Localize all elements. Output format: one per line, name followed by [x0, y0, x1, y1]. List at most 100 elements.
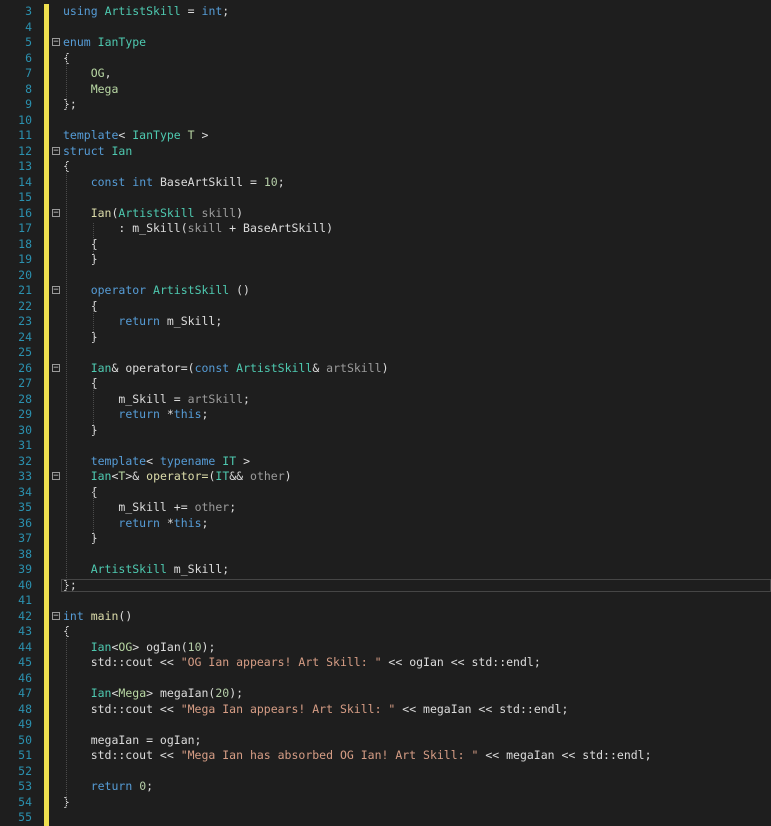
code-line[interactable]: 39 ArtistSkill m_Skill;	[0, 562, 771, 578]
collapse-icon[interactable]	[52, 363, 60, 372]
line-number: 33	[18, 469, 32, 483]
code-line[interactable]: 42 int main()	[0, 608, 771, 624]
code-line[interactable]: 16 Ian(ArtistSkill skill)	[0, 205, 771, 221]
code-line[interactable]: 55	[0, 810, 771, 826]
code-token: > megaIan(	[146, 686, 216, 700]
code-editor[interactable]: 3using ArtistSkill = int;45enum IanType6…	[0, 0, 771, 826]
code-token: > ogIan(	[132, 639, 188, 654]
change-marker	[44, 159, 49, 175]
line-number: 46	[18, 670, 32, 685]
code-token: BaseArtSkill =	[153, 174, 264, 189]
collapse-icon[interactable]	[52, 611, 60, 620]
code-token: int	[63, 608, 84, 623]
code-line[interactable]: 11 template< IanType T >	[0, 128, 771, 144]
code-line[interactable]: 38	[0, 546, 771, 562]
code-text: megaIan = ogIan;	[63, 733, 202, 749]
code-line[interactable]: 29 return *this;	[0, 407, 771, 423]
collapse-icon[interactable]	[52, 208, 60, 217]
indent-guide	[66, 52, 67, 109]
code-token: )	[381, 360, 389, 375]
code-line[interactable]: 15	[0, 190, 771, 206]
code-line[interactable]: 49	[0, 717, 771, 733]
code-token: "Mega Ian appears! Art Skill: "	[180, 701, 396, 716]
code-line[interactable]: 53 return 0;	[0, 779, 771, 795]
code-line[interactable]: 31	[0, 438, 771, 454]
code-token: return	[118, 314, 160, 328]
code-line[interactable]: 18 {	[0, 236, 771, 252]
line-number: 48	[18, 701, 32, 716]
code-token: << ogIan << std::endl;	[381, 655, 541, 669]
code-line[interactable]: 27 {	[0, 376, 771, 392]
code-line[interactable]: 21 operator ArtistSkill ()	[0, 283, 771, 299]
code-line[interactable]: 7 OG,	[0, 66, 771, 82]
code-line[interactable]: 43{	[0, 624, 771, 640]
code-token: this	[173, 407, 202, 421]
code-line[interactable]: 8 Mega	[0, 81, 771, 97]
change-marker	[44, 345, 49, 361]
code-token: *	[159, 407, 174, 421]
code-line[interactable]: 28 m_Skill = artSkill;	[0, 391, 771, 407]
code-line[interactable]: 10	[0, 112, 771, 128]
code-line[interactable]: 33 Ian<T>& operator=(IT&& other)	[0, 469, 771, 485]
line-number: 40	[18, 577, 32, 592]
code-line[interactable]: 32 template< typename IT >	[0, 453, 771, 469]
code-line[interactable]: 26 Ian& operator=(const ArtistSkill& art…	[0, 360, 771, 376]
code-line[interactable]: 47 Ian<Mega> megaIan(20);	[0, 686, 771, 702]
code-line[interactable]: 3 using ArtistSkill = int;	[0, 4, 771, 20]
code-line[interactable]: 14 const int BaseArtSkill = 10;	[0, 174, 771, 190]
code-token: std::cout <<	[63, 748, 181, 762]
change-marker	[44, 112, 49, 128]
line-number: 55	[18, 810, 32, 824]
code-text: OG,	[63, 66, 112, 82]
code-line[interactable]: 54}	[0, 794, 771, 810]
code-line[interactable]: 35 m_Skill += other;	[0, 500, 771, 516]
code-line[interactable]: 20	[0, 267, 771, 283]
code-line[interactable]: 52	[0, 763, 771, 779]
line-number: 42	[18, 608, 32, 623]
code-line[interactable]: 19 }	[0, 252, 771, 268]
change-marker	[44, 562, 49, 578]
code-line[interactable]: 34 {	[0, 484, 771, 500]
line-number: 38	[18, 546, 32, 561]
code-token: &	[312, 360, 327, 375]
code-line[interactable]: 41	[0, 593, 771, 609]
code-line[interactable]: 46	[0, 670, 771, 686]
code-line[interactable]: 22 {	[0, 298, 771, 314]
collapse-icon[interactable]	[52, 472, 60, 480]
code-line[interactable]: 48 std::cout << "Mega Ian appears! Art S…	[0, 701, 771, 717]
code-line[interactable]: 13{	[0, 159, 771, 175]
code-line[interactable]: 50 megaIan = ogIan;	[0, 732, 771, 749]
code-line[interactable]: 25	[0, 345, 771, 361]
code-line[interactable]: 44 Ian<OG> ogIan(10);	[0, 639, 771, 655]
code-line[interactable]: 5 enum IanType	[0, 35, 771, 51]
collapse-icon[interactable]	[52, 38, 60, 46]
code-text: struct Ian	[63, 144, 132, 160]
code-token: int	[201, 4, 223, 18]
code-line[interactable]: 23 return m_Skill;	[0, 314, 771, 330]
code-token: ;	[277, 174, 285, 189]
code-line[interactable]: 37 }	[0, 531, 771, 547]
code-line[interactable]: 40};	[0, 577, 771, 593]
code-line[interactable]: 4	[0, 19, 771, 35]
line-number: 14	[18, 174, 32, 189]
code-line[interactable]: 17 : m_Skill(skill + BaseArtSkill)	[0, 221, 771, 237]
collapse-icon[interactable]	[52, 286, 60, 294]
code-line[interactable]: 30 }	[0, 422, 771, 438]
line-number: 43	[18, 624, 32, 638]
code-line[interactable]: 51 std::cout << "Mega Ian has absorbed O…	[0, 748, 771, 764]
code-line[interactable]: 24 }	[0, 329, 771, 345]
code-line[interactable]: 9};	[0, 97, 771, 113]
code-line[interactable]: 12 struct Ian	[0, 143, 771, 160]
collapse-icon[interactable]	[52, 146, 60, 155]
code-line[interactable]: 36 return *this;	[0, 515, 771, 531]
code-line[interactable]: 45 std::cout << "OG Ian appears! Art Ski…	[0, 655, 771, 671]
code-line[interactable]: 6{	[0, 50, 771, 66]
line-number: 36	[18, 515, 32, 530]
change-marker	[44, 577, 49, 593]
line-number: 8	[25, 81, 32, 96]
change-marker	[44, 701, 49, 717]
